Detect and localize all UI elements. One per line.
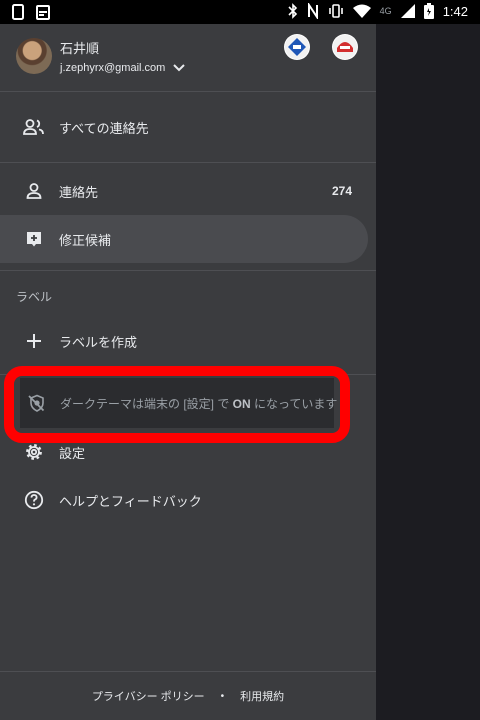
plus-icon <box>22 329 46 353</box>
chevron-down-icon <box>173 64 186 72</box>
bluetooth-icon <box>288 3 297 19</box>
nav-contacts-label: 連絡先 <box>59 184 99 200</box>
nav-settings[interactable]: 設定 <box>0 428 368 476</box>
create-label-button[interactable]: ラベルを作成 <box>0 317 368 365</box>
footer-separator: • <box>220 690 225 702</box>
person-icon <box>22 179 46 203</box>
avatar[interactable] <box>16 38 52 74</box>
nav-suggestions[interactable]: 修正候補 <box>0 215 368 263</box>
clock: 1:42 <box>442 3 468 19</box>
other-account-avatar-1[interactable] <box>284 34 310 60</box>
terms-link[interactable]: 利用規約 <box>240 688 284 704</box>
account-name: 石井順 <box>60 41 100 56</box>
gear-icon <box>22 440 46 464</box>
calendar-icon <box>36 5 50 20</box>
privacy-policy-link[interactable]: プライバシー ポリシー <box>92 688 205 704</box>
phone-icon <box>12 4 24 20</box>
help-icon <box>22 488 46 512</box>
footer-links: プライバシー ポリシー • 利用規約 <box>0 672 376 720</box>
people-icon <box>22 115 46 139</box>
dark-theme-text: ダークテーマは端末の [設定] で ON になっています <box>60 395 337 412</box>
account-email: j.zephyrx@gmail.com <box>60 62 166 74</box>
network-type: 4G <box>379 6 392 16</box>
dark-theme-notice: ダークテーマは端末の [設定] で ON になっています <box>20 378 337 428</box>
drawer-scrim[interactable] <box>376 24 480 720</box>
signal-icon <box>400 4 415 18</box>
nav-suggestions-label: 修正候補 <box>59 232 112 248</box>
labels-section-header: ラベル <box>16 290 53 304</box>
account-header: 石井順 j.zephyrx@gmail.com <box>0 24 376 92</box>
nav-all-contacts[interactable]: すべての連絡先 <box>0 103 368 151</box>
account-switcher[interactable]: j.zephyrx@gmail.com <box>60 62 186 74</box>
nav-help-feedback[interactable]: ヘルプとフィードバック <box>0 476 368 524</box>
nav-settings-label: 設定 <box>59 445 86 461</box>
divider <box>0 270 376 271</box>
other-account-avatar-2[interactable] <box>332 34 358 60</box>
divider <box>0 91 376 92</box>
nav-contacts[interactable]: 連絡先 274 <box>0 167 368 215</box>
divider <box>0 374 376 375</box>
nav-help-label: ヘルプとフィードバック <box>59 493 202 509</box>
suggestion-icon <box>22 227 46 251</box>
nav-all-contacts-label: すべての連絡先 <box>59 120 149 136</box>
divider <box>0 162 376 163</box>
dark-theme-text-prefix: ダークテーマは端末の [設定] で <box>60 396 233 411</box>
battery-icon <box>423 3 434 19</box>
dark-theme-icon <box>24 391 48 415</box>
wifi-icon <box>352 4 371 18</box>
account-avatar-icon <box>285 35 309 59</box>
status-bar: 4G 1:42 <box>0 0 480 24</box>
dark-theme-text-suffix: になっています <box>250 396 338 411</box>
contacts-count: 274 <box>331 184 352 198</box>
nfc-icon <box>307 3 318 19</box>
create-label-text: ラベルを作成 <box>59 334 138 350</box>
account-avatar-icon <box>333 35 357 59</box>
vibrate-icon <box>328 4 343 18</box>
dark-theme-text-on: ON <box>232 396 251 411</box>
navigation-drawer: 石井順 j.zephyrx@gmail.com すべての連絡先 連絡先 274 … <box>0 24 376 720</box>
